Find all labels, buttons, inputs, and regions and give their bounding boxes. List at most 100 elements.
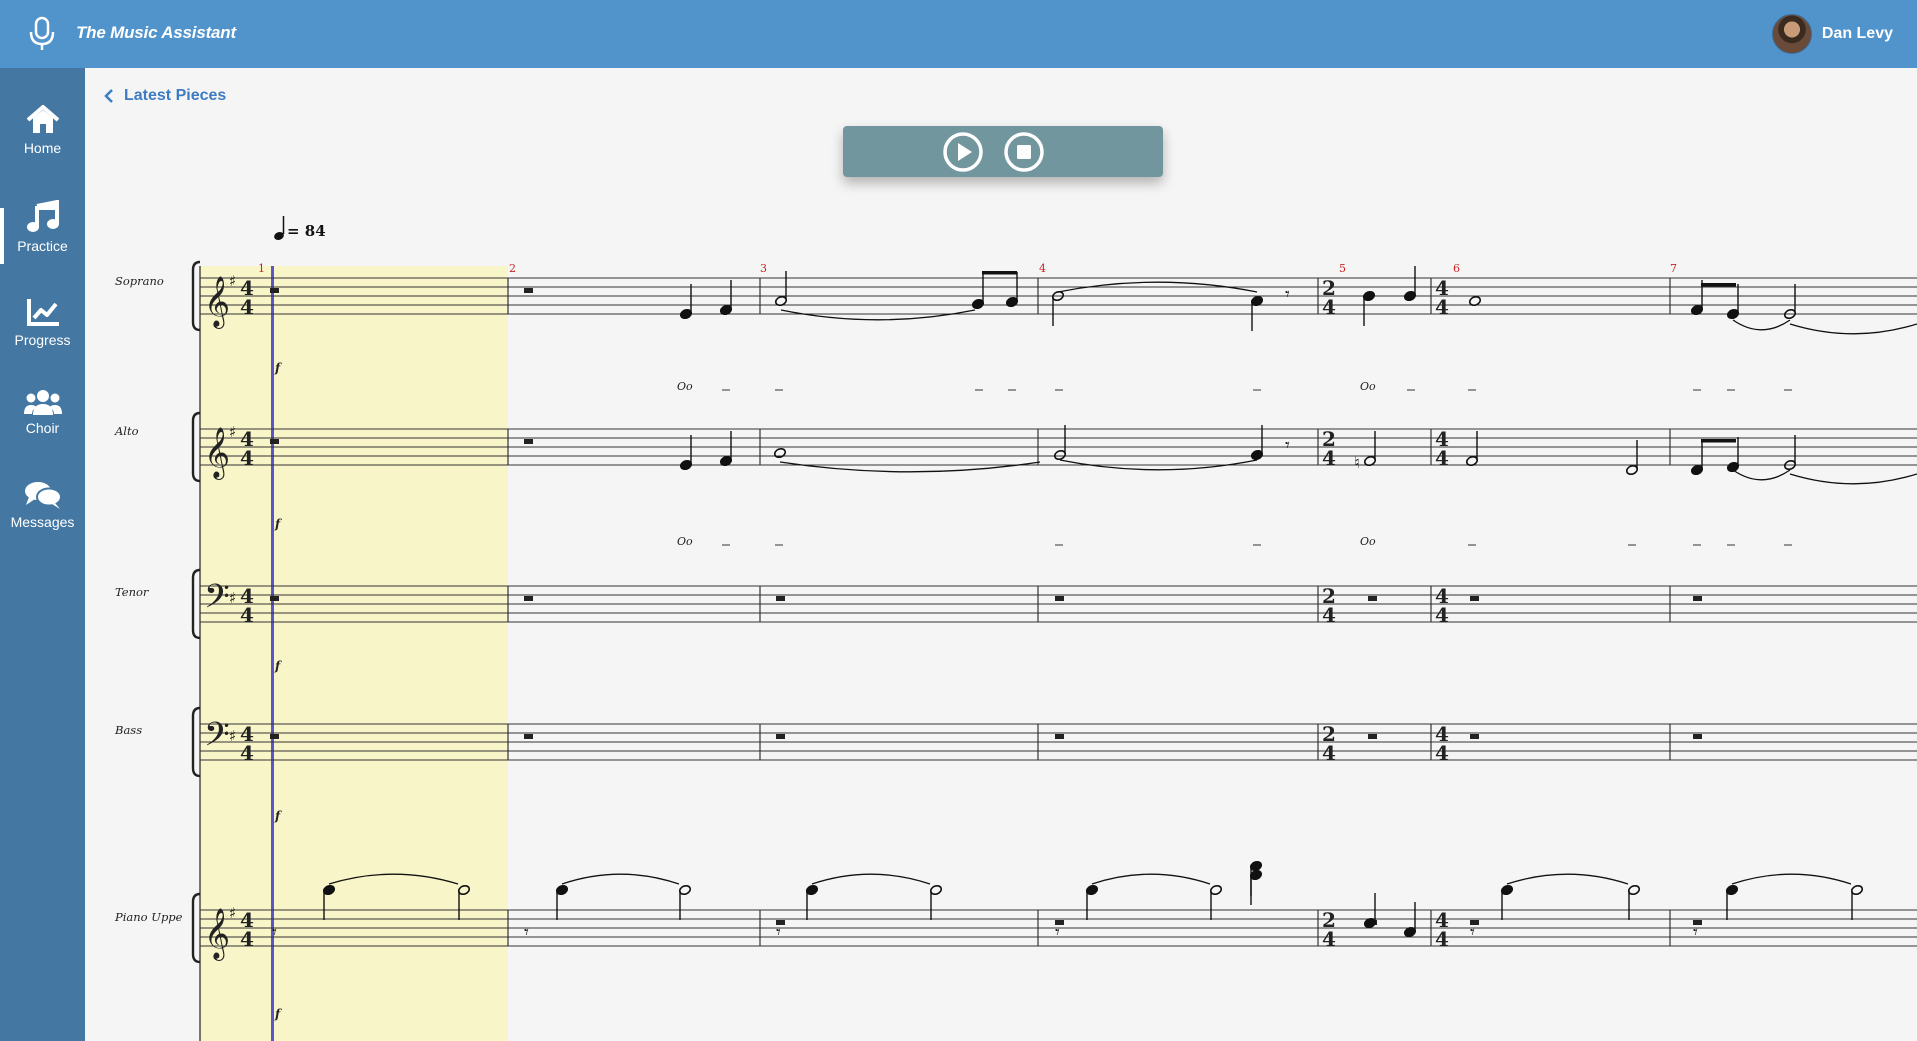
time-signature-bottom: 4 — [1322, 295, 1336, 319]
note — [1403, 266, 1417, 302]
measure-number: 3 — [760, 262, 767, 275]
measure-number: 4 — [1039, 262, 1046, 275]
note — [1726, 284, 1740, 320]
tie — [1732, 319, 1791, 331]
key-signature-sharp: ♯ — [229, 904, 236, 922]
piano-note — [678, 884, 692, 920]
note — [1053, 425, 1067, 461]
beam — [1701, 283, 1736, 287]
whole-rest — [1470, 734, 1479, 739]
lyric-text: Oo — [1360, 535, 1376, 548]
key-signature-sharp: ♯ — [229, 272, 236, 290]
piano-tie — [811, 873, 931, 885]
whole-rest — [270, 288, 279, 293]
staff-bracket — [191, 260, 201, 332]
whole-rest — [524, 734, 533, 739]
staff-bracket — [191, 892, 201, 964]
time-signature-bottom: 4 — [1322, 741, 1336, 765]
time-signature-bottom: 4 — [240, 741, 254, 765]
time-signature-bottom: 4 — [1435, 927, 1449, 951]
whole-rest — [776, 596, 785, 601]
natural-sign: ♮ — [1354, 453, 1360, 472]
piano-note — [1403, 902, 1417, 938]
note — [773, 447, 787, 459]
piano-tie — [1506, 873, 1629, 885]
note — [1465, 431, 1479, 467]
time-signature-bottom: 4 — [1322, 446, 1336, 470]
tie — [1732, 469, 1791, 481]
note — [774, 271, 788, 307]
piano-note — [805, 884, 819, 920]
tie — [780, 309, 976, 321]
eighth-rest: 𝄾 — [1285, 284, 1290, 305]
note — [1625, 440, 1639, 476]
whole-rest — [1055, 734, 1064, 739]
whole-rest — [1693, 596, 1702, 601]
lyric-text: Oo — [677, 535, 693, 548]
piano-note — [1627, 884, 1641, 920]
staff-bracket — [191, 568, 201, 640]
note — [679, 435, 693, 471]
tempo-marking: = 84 — [274, 216, 326, 240]
piano-note — [1085, 884, 1099, 920]
whole-rest — [270, 734, 279, 739]
piano-note — [929, 884, 943, 920]
time-signature-bottom: 4 — [1435, 741, 1449, 765]
eighth-rest: 𝄾 — [524, 922, 529, 943]
eighth-rest: 𝄾 — [1693, 922, 1698, 943]
key-signature-sharp: ♯ — [229, 423, 236, 441]
sheet-music-score[interactable]: = 84 1 2 3 4 5 6 7 Soprano Alto Tenor Ba… — [0, 0, 1917, 1041]
piano-note — [1209, 884, 1223, 920]
piano-note — [555, 884, 569, 920]
tie — [1789, 323, 1917, 335]
staff-bracket — [191, 411, 201, 483]
bass-clef: 𝄢 — [204, 716, 230, 762]
time-signature-bottom: 4 — [1322, 603, 1336, 627]
whole-rest — [524, 596, 533, 601]
treble-clef: 𝄞 — [204, 908, 230, 961]
whole-rest — [1693, 734, 1702, 739]
eighth-rest: 𝄾 — [272, 922, 277, 943]
part-label-bass: Bass — [114, 723, 142, 737]
whole-rest — [270, 439, 279, 444]
piano-note — [1500, 884, 1514, 920]
whole-rest — [1470, 596, 1479, 601]
note — [719, 280, 733, 316]
note — [719, 431, 733, 467]
time-signature-bottom: 4 — [1435, 295, 1449, 319]
note — [1250, 295, 1264, 331]
bass-clef: 𝄢 — [204, 578, 230, 624]
note — [971, 274, 985, 310]
time-signature-bottom: 4 — [1322, 927, 1336, 951]
eighth-rest: 𝄾 — [1470, 922, 1475, 943]
measure-number: 2 — [509, 262, 516, 275]
lyric-text: Oo — [677, 380, 693, 393]
treble-clef: 𝄞 — [204, 427, 230, 480]
measure-number: 7 — [1670, 262, 1677, 275]
beam — [982, 271, 1017, 275]
staff-bracket — [191, 706, 201, 778]
time-signature-bottom: 4 — [240, 603, 254, 627]
time-signature-bottom: 4 — [1435, 603, 1449, 627]
note — [1363, 431, 1377, 467]
part-label-piano: Piano Uppe — [114, 910, 183, 924]
whole-rest — [524, 439, 533, 444]
whole-rest — [524, 288, 533, 293]
note — [1005, 272, 1019, 308]
note — [679, 284, 693, 320]
eighth-rest: 𝄾 — [1285, 435, 1290, 456]
measure-number: 1 — [258, 262, 265, 275]
piano-tie — [1091, 873, 1211, 885]
time-signature-bottom: 4 — [240, 295, 254, 319]
measure-number: 6 — [1453, 262, 1460, 275]
whole-rest — [776, 734, 785, 739]
time-signature-bottom: 4 — [1435, 446, 1449, 470]
piano-note — [1363, 893, 1377, 929]
key-signature-sharp: ♯ — [229, 727, 236, 745]
treble-clef: 𝄞 — [204, 276, 230, 329]
tie — [779, 461, 1041, 473]
tie — [1789, 473, 1917, 485]
lyric-text: Oo — [1360, 380, 1376, 393]
tempo-text: = 84 — [287, 222, 326, 240]
part-label-tenor: Tenor — [115, 585, 150, 599]
